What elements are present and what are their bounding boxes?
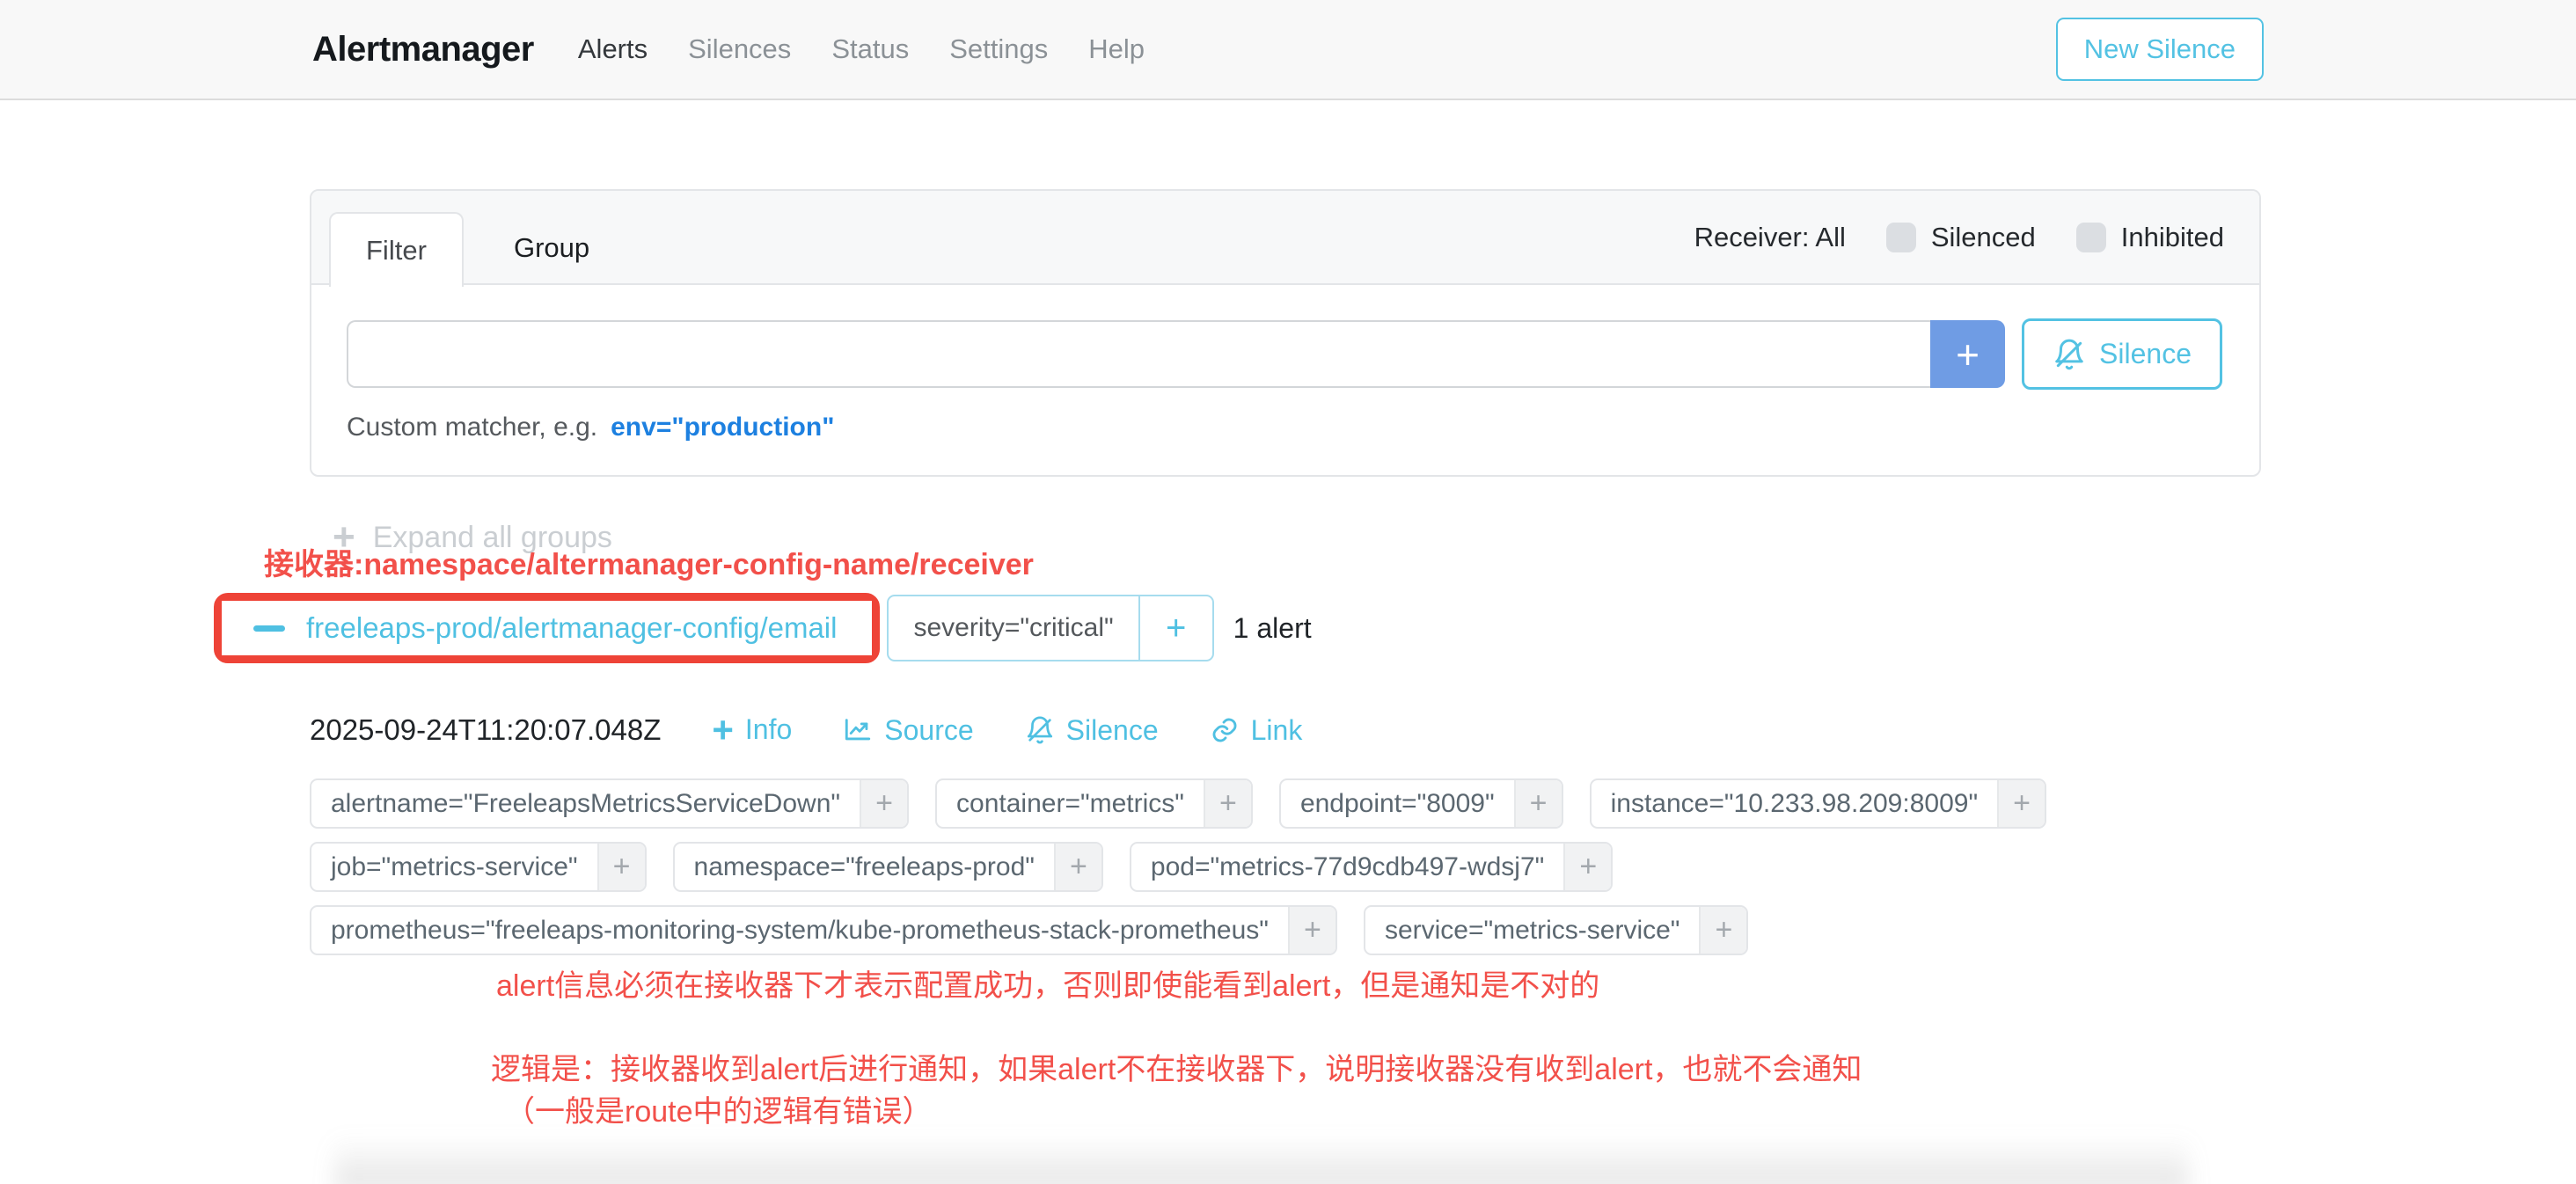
annotation-note-3: （一般是route中的逻辑有错误） [505,1087,933,1130]
plus-icon: + [712,713,734,747]
label-pill: job="metrics-service" + [310,842,647,892]
alert-meta-row: 2025-09-24T11:20:07.048Z + Info Source [310,707,1302,753]
label-add-button[interactable]: + [597,844,645,890]
source-label: Source [884,714,973,747]
label-pill: instance="10.233.98.209:8009" + [1590,778,2046,829]
chart-line-icon [843,715,873,745]
red-highlight-box: freeleaps-prod/alertmanager-config/email [214,593,880,663]
nav-link-alerts[interactable]: Alerts [578,33,648,65]
labels-row: alertname="FreeleapsMetricsServiceDown" … [310,778,2261,829]
label-text: service="metrics-service" [1365,907,1700,954]
receiver-collapse-button[interactable]: freeleaps-prod/alertmanager-config/email [222,601,872,655]
label-text: instance="10.233.98.209:8009" [1592,780,1997,827]
matcher-input[interactable] [347,320,1930,388]
app-brand[interactable]: Alertmanager [312,30,534,69]
filter-card-body: + Silence Custom matcher, e.g. env="prod… [311,285,2259,442]
label-pill: service="metrics-service" + [1364,905,1749,955]
label-pill: container="metrics" + [935,778,1253,829]
nav-links: Alerts Silences Status Settings Help [578,33,1145,65]
label-text: alertname="FreeleapsMetricsServiceDown" [311,780,860,827]
inhibited-label: Inhibited [2121,222,2224,253]
annotation-note-1: alert信息必须在接收器下才表示配置成功，否则即使能看到alert，但是通知是… [496,961,1599,1005]
label-pill: endpoint="8009" + [1279,778,1563,829]
label-pill: namespace="freeleaps-prod" + [673,842,1103,892]
silenced-checkbox[interactable] [1886,223,1916,252]
tab-filter[interactable]: Filter [329,212,464,287]
label-add-button[interactable]: + [1699,907,1746,954]
labels-row: prometheus="freeleaps-monitoring-system/… [310,905,2261,955]
alert-timestamp: 2025-09-24T11:20:07.048Z [310,713,661,747]
label-text: pod="metrics-77d9cdb497-wdsj7" [1131,844,1563,890]
label-text: prometheus="freeleaps-monitoring-system/… [311,907,1288,954]
silenced-toggle[interactable]: Silenced [1886,222,2036,253]
nav-link-status[interactable]: Status [831,33,909,65]
label-add-button[interactable]: + [1204,780,1251,827]
link-icon [1210,715,1240,745]
info-label: Info [745,713,792,746]
label-pill: alertname="FreeleapsMetricsServiceDown" … [310,778,909,829]
silence-filter-label: Silence [2099,338,2192,370]
nav-link-help[interactable]: Help [1088,33,1145,65]
label-text: namespace="freeleaps-prod" [675,844,1054,890]
filter-header-controls: Receiver: All Silenced Inhibited [1694,222,2259,253]
bottom-shadow [334,1136,2189,1184]
label-add-button[interactable]: + [1563,844,1611,890]
minus-icon [253,625,285,632]
hint-text: Custom matcher, e.g. [347,413,597,442]
bell-slash-icon [2053,338,2086,371]
silence-alert-label: Silence [1066,714,1159,747]
label-pill: pod="metrics-77d9cdb497-wdsj7" + [1130,842,1613,892]
annotation-note-2: 逻辑是：接收器收到alert后进行通知，如果alert不在接收器下，说明接收器没… [491,1045,1862,1088]
bell-slash-icon [1025,715,1055,745]
inhibited-checkbox[interactable] [2076,223,2106,252]
group-matcher-chip: severity="critical" + [887,595,1213,661]
receiver-filter-dropdown[interactable]: Receiver: All [1694,222,1846,253]
silence-alert-button[interactable]: Silence [1025,714,1159,747]
label-add-button[interactable]: + [1054,844,1101,890]
group-matcher-label[interactable]: severity="critical" [889,596,1138,660]
generator-link[interactable]: Link [1210,714,1303,747]
label-pill: prometheus="freeleaps-monitoring-system/… [310,905,1337,955]
silence-filter-button[interactable]: Silence [2022,318,2222,390]
new-silence-button[interactable]: New Silence [2056,18,2264,81]
labels-row: job="metrics-service" + namespace="freel… [310,842,2261,892]
label-add-button[interactable]: + [1288,907,1336,954]
silenced-label: Silenced [1931,222,2036,253]
inhibited-toggle[interactable]: Inhibited [2076,222,2224,253]
alert-group-row: freeleaps-prod/alertmanager-config/email… [214,593,1312,663]
label-add-button[interactable]: + [860,780,907,827]
source-link[interactable]: Source [843,714,973,747]
matcher-row: + Silence [347,320,2222,390]
matcher-hint: Custom matcher, e.g. env="production" [347,413,2222,442]
label-text: container="metrics" [937,780,1204,827]
label-text: job="metrics-service" [311,844,597,890]
info-button[interactable]: + Info [712,713,792,747]
alert-labels: alertname="FreeleapsMetricsServiceDown" … [310,778,2261,955]
filter-card-header: Filter Group Receiver: All Silenced Inhi… [311,191,2259,285]
label-add-button[interactable]: + [1514,780,1562,827]
nav-link-silences[interactable]: Silences [688,33,791,65]
filter-card: Filter Group Receiver: All Silenced Inhi… [310,189,2261,477]
nav-link-settings[interactable]: Settings [949,33,1048,65]
add-matcher-button[interactable]: + [1930,320,2005,388]
tab-group[interactable]: Group [479,212,625,284]
hint-example-link[interactable]: env="production" [611,413,834,442]
alertmanager-page: Alertmanager Alerts Silences Status Sett… [0,0,2576,1184]
annotation-receiver-note: 接收器:namespace/altermanager-config-name/r… [264,540,1034,583]
top-navbar: Alertmanager Alerts Silences Status Sett… [0,0,2576,100]
group-matcher-add-button[interactable]: + [1138,596,1212,660]
label-text: endpoint="8009" [1281,780,1514,827]
receiver-name: freeleaps-prod/alertmanager-config/email [306,611,837,645]
label-add-button[interactable]: + [1997,780,2045,827]
navbar-inner: Alertmanager Alerts Silences Status Sett… [312,0,2264,99]
link-label: Link [1251,714,1303,747]
alert-count: 1 alert [1233,612,1312,645]
